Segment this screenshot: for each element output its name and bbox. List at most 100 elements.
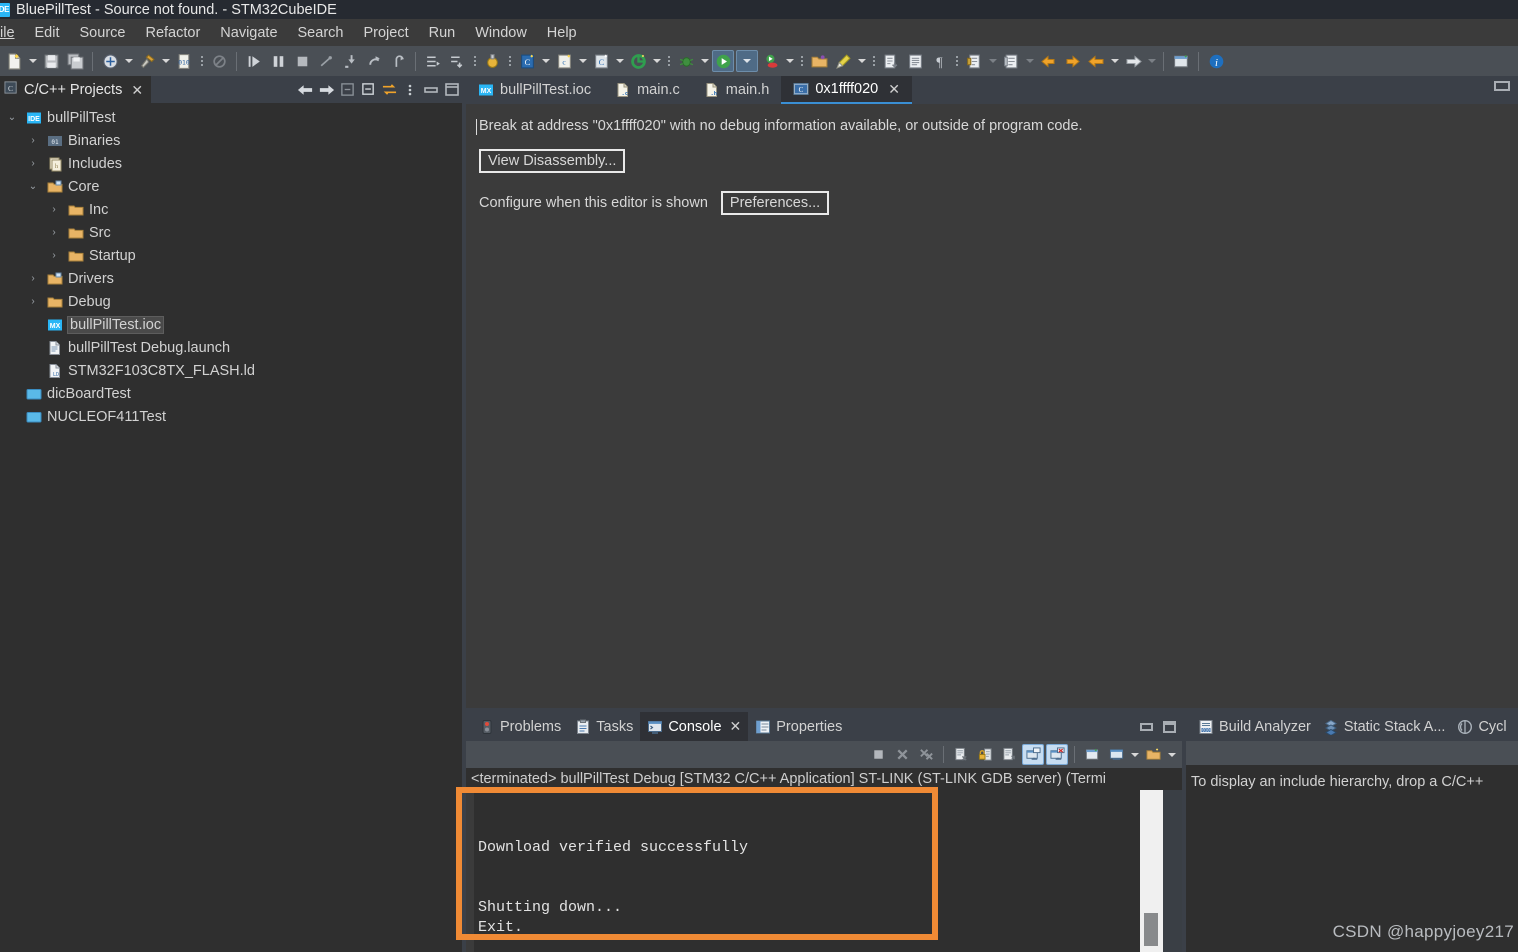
back-nav-icon[interactable] [1085,50,1107,72]
tree-item[interactable]: › Src [0,221,466,244]
toolbar-drag-handle[interactable] [199,50,204,72]
chevron-right-icon[interactable]: › [46,204,62,215]
menu-project[interactable]: Project [353,23,418,43]
new-file-dropdown-icon[interactable] [26,50,39,72]
tree-item[interactable]: › Startup [0,244,466,267]
menu-run[interactable]: Run [419,23,466,43]
maximize-icon[interactable] [442,79,462,101]
toolbar-drag-handle[interactable] [507,50,512,72]
scroll-lock-icon[interactable] [974,744,996,765]
editor-tab-main-c[interactable]: .c main.c [603,76,692,104]
editor-tab-0x1ffff020[interactable]: C 0x1ffff020 ✕ [781,76,912,104]
new-cube-project-icon[interactable]: C [590,50,612,72]
build-all-icon[interactable] [99,50,121,72]
forward-nav-icon[interactable] [1122,50,1144,72]
toggle-mark-occurrences-icon[interactable] [963,50,985,72]
toolbar-drag-handle[interactable] [954,50,959,72]
toolbar-drag-handle[interactable] [871,50,876,72]
step-into-icon[interactable] [339,50,361,72]
editor-tab-main-h[interactable]: .h main.h [692,76,782,104]
back-icon[interactable] [1037,50,1059,72]
close-icon[interactable]: ✕ [131,83,143,97]
view-menu-icon[interactable] [400,79,420,101]
tree-item[interactable]: › h Includes [0,152,466,175]
tab-cpp-projects[interactable]: C C/C++ Projects ✕ [0,76,152,103]
save-icon[interactable] [40,50,62,72]
step-return-icon[interactable] [387,50,409,72]
info-icon[interactable]: i [1205,50,1227,72]
show-whitespace-icon[interactable] [904,50,926,72]
menu-refactor[interactable]: Refactor [135,23,210,43]
stop-icon[interactable] [291,50,313,72]
new-cpp-project-dropdown-icon[interactable] [576,50,589,72]
tree-item[interactable]: › Drivers [0,267,466,290]
close-icon[interactable]: ✕ [730,718,742,735]
console-tab-problems[interactable]: Problems [472,712,568,741]
toolbar-drag-handle[interactable] [666,50,671,72]
preferences-button[interactable]: Preferences... [720,191,830,215]
toolbar-drag-handle[interactable] [472,50,477,72]
right-tab-build-analyzer[interactable]: 010 Build Analyzer [1192,712,1317,741]
build-hammer-dropdown-icon[interactable] [159,50,172,72]
maximize-icon[interactable] [1163,720,1176,733]
forward-icon[interactable] [316,79,336,101]
tree-item[interactable]: bullPillTest Debug.launch [0,336,466,359]
new-c-project-dropdown-icon[interactable] [539,50,552,72]
new-cpp-project-icon[interactable]: c [553,50,575,72]
run-last-icon[interactable] [760,50,782,72]
remove-launch-icon[interactable] [891,744,913,765]
new-file-icon[interactable] [3,50,25,72]
build-hammer-icon[interactable] [136,50,158,72]
pause-icon[interactable] [267,50,289,72]
menu-edit[interactable]: Edit [25,23,70,43]
marker-icon[interactable] [832,50,854,72]
tree-item[interactable]: › 01 Binaries [0,129,466,152]
run-icon[interactable] [712,50,734,72]
show-console-on-output-icon[interactable] [1022,744,1044,765]
tree-item[interactable]: › Debug [0,290,466,313]
remove-all-terminated-icon[interactable] [915,744,937,765]
toggle-mark-dropdown-icon[interactable] [986,50,999,72]
chevron-right-icon[interactable]: › [25,296,41,307]
terminate-icon[interactable] [867,744,889,765]
debug-config-icon[interactable] [481,50,503,72]
cube-mx-dropdown-icon[interactable] [650,50,663,72]
pilcrow-icon[interactable]: ¶ [928,50,950,72]
console-tab-tasks[interactable]: Tasks [568,712,640,741]
step-over-icon[interactable] [363,50,385,72]
tree-item[interactable]: NUCLEOF411Test [0,405,466,428]
forward-icon[interactable] [1061,50,1083,72]
debug-icon[interactable] [675,50,697,72]
chevron-right-icon[interactable]: › [25,135,41,146]
pin-console-icon[interactable] [1081,744,1103,765]
chevron-right-icon[interactable]: › [25,158,41,169]
display-selected-console-dropdown-icon[interactable] [1128,744,1141,765]
chevron-down-icon[interactable]: ⌄ [4,112,20,123]
forward-nav-dropdown-icon[interactable] [1145,50,1158,72]
tree-item[interactable]: ⌄ IDE bullPillTest [0,106,466,129]
right-tab-cycl[interactable]: Cycl [1451,712,1512,741]
show-console-on-error-icon[interactable] [1046,744,1068,765]
collapse-all-icon[interactable] [358,79,378,101]
menu-navigate[interactable]: Navigate [210,23,287,43]
disconnect-icon[interactable] [315,50,337,72]
next-edit-icon[interactable] [422,50,444,72]
tree-item[interactable]: LD STM32F103C8TX_FLASH.ld [0,359,466,382]
project-tree[interactable]: ⌄ IDE bullPillTest › 01 Binaries › h Includes ⌄ Co… [0,103,466,952]
new-cube-project-dropdown-icon[interactable] [613,50,626,72]
new-c-project-icon[interactable]: C [516,50,538,72]
console-scrollbar[interactable] [1140,790,1163,952]
next-annotation-icon[interactable] [880,50,902,72]
tree-item[interactable]: dicBoardTest [0,382,466,405]
open-perspective-icon[interactable] [1170,50,1192,72]
debug-dropdown-icon[interactable] [698,50,711,72]
run-dropdown-icon[interactable] [736,50,758,72]
step-into-run-icon[interactable] [243,50,265,72]
console-tab-console[interactable]: Console ✕ [640,712,749,741]
cube-mx-icon[interactable] [627,50,649,72]
maximize-icon[interactable] [1494,81,1510,91]
build-all-dropdown-icon[interactable] [122,50,135,72]
link-editor-icon[interactable] [379,79,399,101]
editor-tab-bullpilltest-ioc[interactable]: MX bullPillTest.ioc [466,76,603,104]
marker-dropdown-icon[interactable] [855,50,868,72]
